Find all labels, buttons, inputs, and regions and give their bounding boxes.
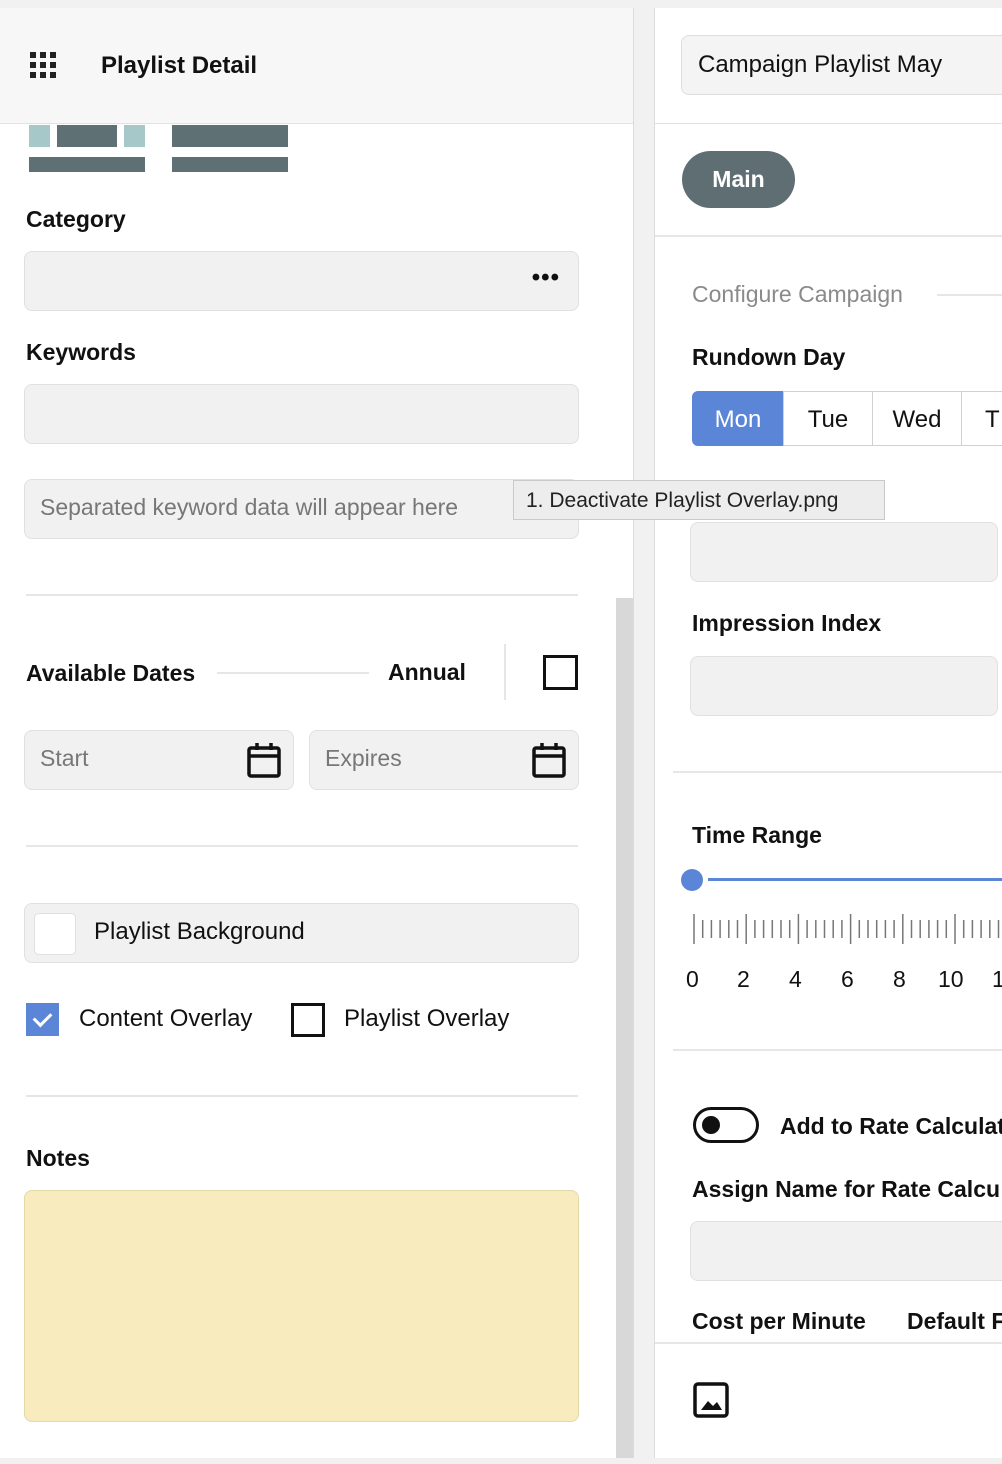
tick-label: 2 — [737, 966, 750, 992]
playlist-select[interactable]: Campaign Playlist May — [681, 35, 1002, 95]
divider — [655, 235, 1002, 237]
day-thu[interactable]: T — [961, 391, 1002, 446]
playlist-overlay-label: Playlist Overlay — [344, 1005, 510, 1032]
divider — [655, 1342, 1002, 1344]
playlist-background-label: Playlist Background — [94, 918, 305, 945]
grid-icon[interactable] — [30, 52, 57, 79]
time-range-track[interactable] — [708, 878, 1002, 881]
thumbnail-1[interactable] — [29, 125, 145, 173]
color-swatch[interactable] — [34, 913, 76, 955]
section-rule — [937, 294, 1002, 296]
impression-index-label: Impression Index — [692, 610, 882, 636]
time-range-label: Time Range — [692, 822, 822, 848]
rundown-field[interactable] — [690, 522, 998, 582]
thumbnail-2[interactable] — [172, 125, 288, 173]
calendar-icon[interactable] — [532, 742, 566, 778]
playlist-detail-panel: Playlist Detail Category ••• Keywords Se… — [0, 8, 634, 1458]
keywords-preview-placeholder: Separated keyword data will appear here — [40, 494, 459, 520]
expires-date-placeholder: Expires — [325, 745, 402, 771]
expires-date-field[interactable]: Expires — [309, 730, 579, 790]
tab-main[interactable]: Main — [682, 151, 795, 208]
rate-calculation-toggle[interactable] — [693, 1107, 759, 1143]
time-range-ticks — [693, 914, 1000, 944]
available-dates-label: Available Dates — [26, 660, 196, 686]
dates-rule — [217, 672, 369, 674]
divider — [26, 594, 578, 596]
content-overlay-checkbox[interactable] — [26, 1003, 59, 1036]
assign-name-field[interactable] — [690, 1221, 1002, 1281]
annual-label: Annual — [388, 659, 466, 685]
tick-label: 1 — [992, 966, 1002, 993]
start-date-placeholder: Start — [40, 745, 89, 771]
campaign-panel: Campaign Playlist May Main Configure Cam… — [654, 8, 1002, 1458]
playlist-background-field[interactable]: Playlist Background — [24, 903, 579, 963]
playlist-overlay-checkbox[interactable] — [291, 1003, 325, 1037]
day-tue[interactable]: Tue — [783, 391, 873, 446]
rundown-day-label: Rundown Day — [692, 344, 846, 370]
keywords-field[interactable] — [24, 384, 579, 444]
tick-label: 4 — [789, 966, 802, 992]
rate-calculation-label: Add to Rate Calculat — [780, 1113, 1002, 1139]
assign-name-label: Assign Name for Rate Calcu — [692, 1176, 1001, 1202]
keywords-label: Keywords — [26, 339, 136, 365]
divider — [673, 1049, 1002, 1051]
image-icon[interactable] — [693, 1382, 729, 1418]
cost-per-minute-label: Cost per Minute — [692, 1308, 866, 1334]
impression-index-field[interactable] — [690, 656, 998, 716]
divider — [26, 845, 578, 847]
playlist-select-value: Campaign Playlist May — [698, 51, 943, 78]
tick-label: 8 — [893, 966, 906, 992]
page-title: Playlist Detail — [101, 52, 258, 79]
section-title: Configure Campaign — [692, 281, 903, 307]
panel-header: Playlist Detail — [0, 8, 633, 124]
scrollbar[interactable] — [616, 598, 633, 1458]
content-overlay-label: Content Overlay — [79, 1005, 253, 1032]
ellipsis-icon[interactable]: ••• — [532, 264, 560, 292]
default-label: Default F — [907, 1308, 1002, 1334]
tick-label: 10 — [938, 966, 964, 992]
day-wed[interactable]: Wed — [872, 391, 962, 446]
tick-label: 0 — [686, 966, 699, 992]
category-label: Category — [26, 206, 126, 232]
calendar-icon[interactable] — [247, 742, 281, 778]
divider — [26, 1095, 578, 1097]
file-tooltip: 1. Deactivate Playlist Overlay.png — [513, 480, 885, 520]
annual-checkbox[interactable] — [543, 655, 578, 690]
keywords-preview: Separated keyword data will appear here — [24, 479, 579, 539]
notes-textarea[interactable] — [24, 1190, 579, 1422]
thumbnail-strip — [29, 125, 289, 173]
day-mon[interactable]: Mon — [692, 391, 784, 446]
panel-header: Campaign Playlist May — [655, 8, 1002, 124]
vertical-separator — [504, 644, 506, 700]
time-range-thumb[interactable] — [681, 869, 703, 891]
category-field[interactable]: ••• — [24, 251, 579, 311]
notes-label: Notes — [26, 1145, 90, 1171]
start-date-field[interactable]: Start — [24, 730, 294, 790]
divider — [673, 771, 1002, 773]
tick-label: 6 — [841, 966, 854, 992]
